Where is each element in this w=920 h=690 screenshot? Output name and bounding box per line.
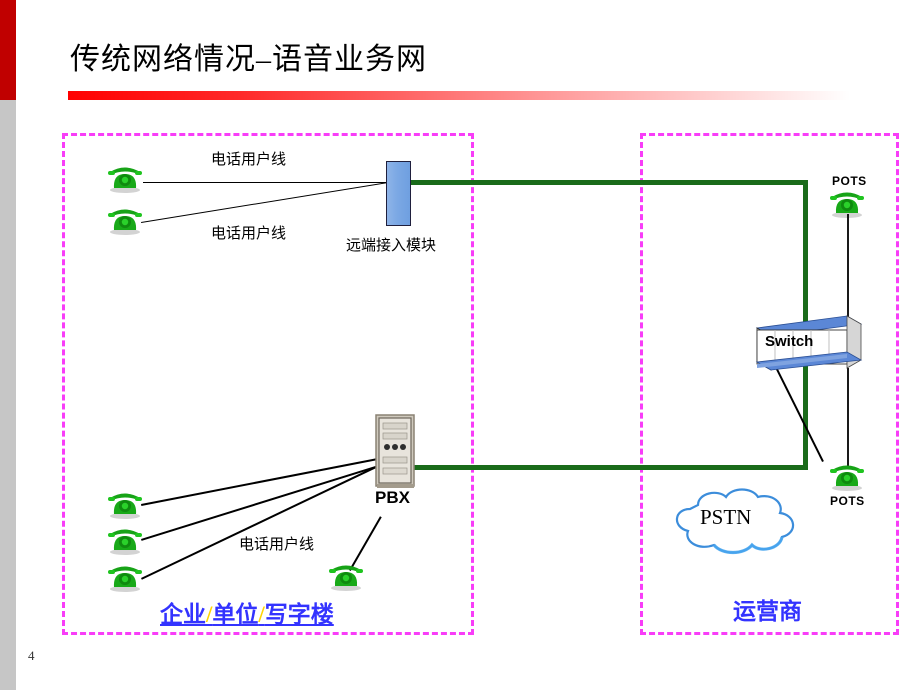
pbx-cabinet-icon[interactable]	[375, 414, 417, 489]
subscriber-line-label-3: 电话用户线	[239, 537, 315, 553]
telephone-icon[interactable]	[106, 163, 144, 193]
link-phone1-to-module	[143, 182, 387, 184]
telephone-icon[interactable]	[106, 562, 144, 592]
telephone-icon[interactable]	[106, 525, 144, 555]
zone-carrier-label: 运营商	[733, 599, 802, 624]
link-green-top-horizontal	[410, 180, 808, 185]
subscriber-line-label-1: 电话用户线	[211, 152, 287, 168]
pstn-label: PSTN	[700, 505, 752, 529]
zone-enterprise-label-part3: 写字楼	[264, 602, 334, 627]
pbx-label: PBX	[375, 488, 410, 507]
left-accent-bar-red	[0, 0, 16, 100]
link-switch-to-pots-bottom	[847, 368, 849, 466]
pots-top-label: POTS	[832, 174, 867, 188]
link-green-bottom-horizontal	[403, 465, 808, 470]
telephone-icon[interactable]	[828, 461, 866, 491]
pots-bottom-label: POTS	[830, 494, 865, 508]
switch-label: Switch	[765, 333, 814, 350]
access-module-icon[interactable]	[386, 161, 411, 226]
left-accent-bar-gray	[0, 100, 16, 690]
remote-access-module-label: 远端接入模块	[346, 238, 437, 254]
slide-canvas: 传统网络情况–语音业务网 4 远端接入模块 电话用户线 电话用户线 电话用户线	[0, 0, 920, 690]
page-title: 传统网络情况–语音业务网	[70, 43, 427, 76]
telephone-icon[interactable]	[106, 489, 144, 519]
subscriber-line-label-2: 电话用户线	[211, 226, 287, 242]
title-underline-rule	[68, 91, 850, 100]
zone-enterprise-label: 企业/单位/写字楼	[160, 595, 334, 629]
zone-enterprise-label-part2: 单位	[212, 602, 259, 627]
telephone-icon[interactable]	[327, 561, 365, 591]
telephone-icon[interactable]	[106, 205, 144, 235]
page-number: 4	[28, 648, 35, 663]
zone-enterprise-label-part1: 企业	[160, 602, 206, 627]
telephone-icon[interactable]	[828, 188, 866, 218]
